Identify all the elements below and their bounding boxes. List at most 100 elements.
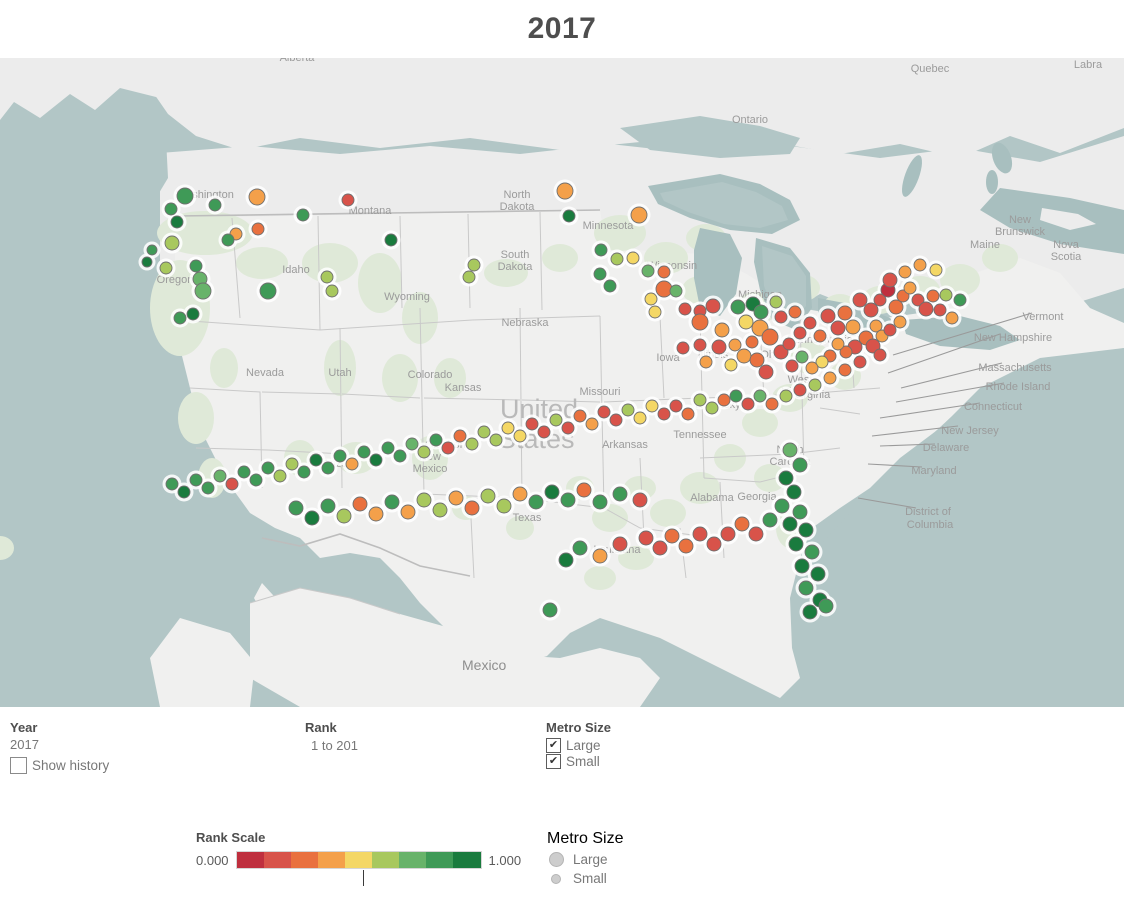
data-point[interactable] xyxy=(556,182,574,200)
data-point[interactable] xyxy=(173,311,187,325)
data-point[interactable] xyxy=(831,337,845,351)
data-point[interactable] xyxy=(802,604,818,620)
map-canvas[interactable]: Quebec Labra Ontario Alberta Montana North Dak… xyxy=(0,58,1124,707)
metro-size-option-small[interactable]: ✔ Small xyxy=(546,754,611,769)
data-point[interactable] xyxy=(592,494,608,510)
data-point[interactable] xyxy=(669,284,683,298)
data-point[interactable] xyxy=(774,498,790,514)
data-point[interactable] xyxy=(369,453,383,467)
data-point[interactable] xyxy=(384,233,398,247)
data-point[interactable] xyxy=(432,502,448,518)
data-point[interactable] xyxy=(845,319,861,335)
data-point[interactable] xyxy=(939,288,953,302)
data-point[interactable] xyxy=(706,536,722,552)
data-point[interactable] xyxy=(652,540,668,556)
data-point[interactable] xyxy=(788,305,802,319)
data-point[interactable] xyxy=(705,401,719,415)
data-point[interactable] xyxy=(655,280,673,298)
data-point[interactable] xyxy=(576,482,592,498)
data-point[interactable] xyxy=(609,413,623,427)
data-point[interactable] xyxy=(285,457,299,471)
data-point[interactable] xyxy=(381,441,395,455)
data-point[interactable] xyxy=(792,504,808,520)
data-point[interactable] xyxy=(945,311,959,325)
data-point[interactable] xyxy=(416,492,432,508)
data-point[interactable] xyxy=(804,544,820,560)
data-point[interactable] xyxy=(544,484,560,500)
data-point[interactable] xyxy=(813,329,827,343)
data-point[interactable] xyxy=(681,407,695,421)
data-point[interactable] xyxy=(417,445,431,459)
data-point[interactable] xyxy=(720,526,736,542)
data-point[interactable] xyxy=(477,425,491,439)
data-point[interactable] xyxy=(592,548,608,564)
data-point[interactable] xyxy=(873,348,887,362)
data-point[interactable] xyxy=(464,500,480,516)
data-point[interactable] xyxy=(176,187,194,205)
data-point[interactable] xyxy=(820,308,836,324)
data-point[interactable] xyxy=(603,279,617,293)
data-point[interactable] xyxy=(597,405,611,419)
metro-size-small-label[interactable]: Small xyxy=(566,754,600,769)
data-point[interactable] xyxy=(368,506,384,522)
data-point[interactable] xyxy=(853,355,867,369)
data-point[interactable] xyxy=(745,335,759,349)
data-point[interactable] xyxy=(333,449,347,463)
data-point[interactable] xyxy=(676,341,690,355)
metro-size-legend-large-label[interactable]: Large xyxy=(573,852,608,867)
data-point[interactable] xyxy=(393,449,407,463)
data-point[interactable] xyxy=(664,528,680,544)
data-point[interactable] xyxy=(261,461,275,475)
data-point[interactable] xyxy=(467,258,481,272)
data-point[interactable] xyxy=(405,437,419,451)
data-point[interactable] xyxy=(769,295,783,309)
data-point[interactable] xyxy=(593,267,607,281)
data-point[interactable] xyxy=(758,364,774,380)
data-point[interactable] xyxy=(345,457,359,471)
data-point[interactable] xyxy=(304,510,320,526)
data-point[interactable] xyxy=(818,598,834,614)
data-point[interactable] xyxy=(177,485,191,499)
data-point[interactable] xyxy=(296,208,310,222)
data-point[interactable] xyxy=(883,323,897,337)
data-point[interactable] xyxy=(573,409,587,423)
data-point[interactable] xyxy=(537,425,551,439)
data-point[interactable] xyxy=(782,442,798,458)
data-point[interactable] xyxy=(496,498,512,514)
data-point[interactable] xyxy=(729,389,743,403)
data-point[interactable] xyxy=(141,256,153,268)
data-point[interactable] xyxy=(400,504,416,520)
data-point[interactable] xyxy=(189,473,203,487)
data-point[interactable] xyxy=(641,264,655,278)
data-point[interactable] xyxy=(893,315,907,329)
data-point[interactable] xyxy=(309,453,323,467)
data-point[interactable] xyxy=(325,284,339,298)
data-point[interactable] xyxy=(170,215,184,229)
data-point[interactable] xyxy=(898,265,912,279)
data-point[interactable] xyxy=(903,281,917,295)
data-point[interactable] xyxy=(320,498,336,514)
data-point[interactable] xyxy=(612,486,628,502)
rank-scale-gradient[interactable] xyxy=(235,851,482,886)
data-point[interactable] xyxy=(501,421,515,435)
data-point[interactable] xyxy=(352,496,368,512)
data-point[interactable] xyxy=(913,258,927,272)
metro-size-legend-large[interactable]: Large xyxy=(547,852,623,867)
metro-size-option-large[interactable]: ✔ Large xyxy=(546,738,611,753)
data-point[interactable] xyxy=(734,516,750,532)
data-point[interactable] xyxy=(594,243,608,257)
data-point[interactable] xyxy=(164,235,180,251)
data-point[interactable] xyxy=(657,407,671,421)
data-point[interactable] xyxy=(159,261,173,275)
data-point[interactable] xyxy=(542,602,558,618)
data-point[interactable] xyxy=(838,363,852,377)
data-point[interactable] xyxy=(953,293,967,307)
metro-size-legend-small[interactable]: Small xyxy=(547,871,623,886)
data-point[interactable] xyxy=(748,526,764,542)
data-point[interactable] xyxy=(782,516,798,532)
data-point[interactable] xyxy=(830,320,846,336)
data-point[interactable] xyxy=(852,292,868,308)
metro-size-large-label[interactable]: Large xyxy=(566,738,601,753)
data-point[interactable] xyxy=(249,473,263,487)
data-point[interactable] xyxy=(513,429,527,443)
